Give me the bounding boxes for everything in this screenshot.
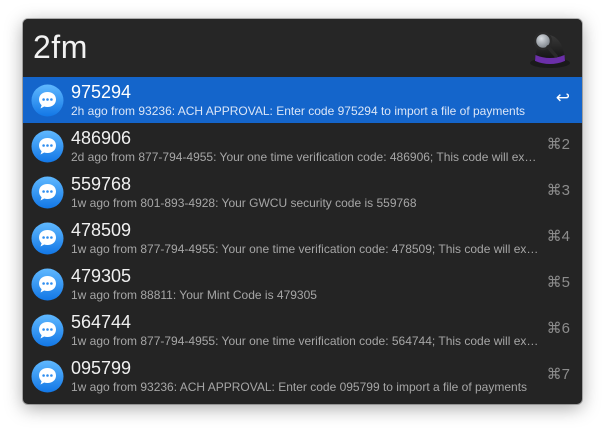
result-subtitle: 1w ago from 93236: ACH APPROVAL: Enter c…: [71, 380, 528, 394]
messages-icon: [31, 222, 64, 255]
messages-icon: [31, 130, 64, 163]
result-row-2[interactable]: 486906 2d ago from 877-794-4955: Your on…: [23, 123, 582, 169]
alfred-hat-icon: [526, 25, 572, 71]
result-title: 564744: [71, 312, 132, 332]
messages-icon: [31, 268, 64, 301]
search-query-input[interactable]: 2fm: [33, 29, 88, 65]
messages-icon: [31, 176, 64, 209]
search-bar[interactable]: 2fm: [23, 19, 582, 77]
result-shortcut: ⌘7: [546, 366, 570, 383]
result-shortcut: ⌘4: [546, 228, 570, 245]
result-title: 975294: [71, 82, 132, 102]
result-row-1[interactable]: 975294 2h ago from 93236: ACH APPROVAL: …: [23, 77, 582, 123]
result-subtitle: 1w ago from 88811: Your Mint Code is 479…: [71, 288, 317, 302]
result-shortcut: ⌘3: [546, 182, 570, 199]
result-subtitle: 1w ago from 877-794-4955: Your one time …: [71, 334, 539, 348]
result-shortcut: ⌘5: [546, 274, 570, 291]
result-row-7[interactable]: 095799 1w ago from 93236: ACH APPROVAL: …: [23, 353, 582, 399]
result-subtitle: 2d ago from 877-794-4955: Your one time …: [71, 150, 539, 164]
result-row-4[interactable]: 478509 1w ago from 877-794-4955: Your on…: [23, 215, 582, 261]
result-subtitle: 1w ago from 877-794-4955: Your one time …: [71, 242, 539, 256]
result-row-6[interactable]: 564744 1w ago from 877-794-4955: Your on…: [23, 307, 582, 353]
result-shortcut: ↩: [555, 88, 570, 107]
result-title: 095799: [71, 358, 132, 378]
launcher-window: 2fm 975294 2h ago from 93236: ACH APPROV…: [23, 19, 582, 404]
result-subtitle: 1w ago from 801-893-4928: Your GWCU secu…: [71, 196, 417, 210]
result-title: 559768: [71, 174, 132, 194]
messages-icon: [31, 84, 64, 117]
result-shortcut: ⌘2: [546, 136, 570, 153]
result-subtitle: 2h ago from 93236: ACH APPROVAL: Enter c…: [71, 104, 526, 118]
result-row-5[interactable]: 479305 1w ago from 88811: Your Mint Code…: [23, 261, 582, 307]
result-shortcut: ⌘6: [546, 320, 570, 337]
result-title: 478509: [71, 220, 132, 240]
messages-icon: [31, 360, 64, 393]
result-row-3[interactable]: 559768 1w ago from 801-893-4928: Your GW…: [23, 169, 582, 215]
messages-icon: [31, 314, 64, 347]
result-title: 486906: [71, 128, 132, 148]
result-title: 479305: [71, 266, 132, 286]
results-list: 975294 2h ago from 93236: ACH APPROVAL: …: [23, 77, 582, 399]
